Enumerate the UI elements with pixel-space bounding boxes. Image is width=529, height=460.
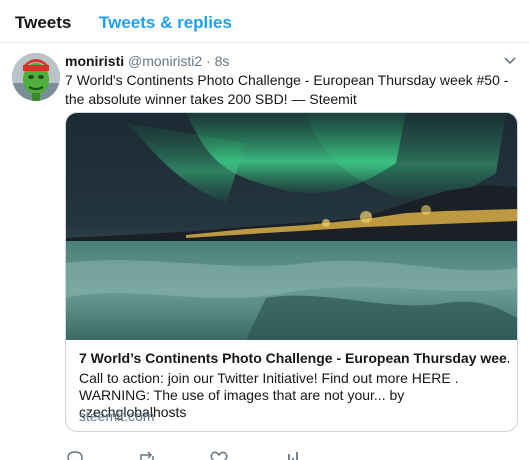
card-image-aurora: [66, 113, 517, 340]
separator-dot: ·: [206, 53, 211, 69]
card-domain: steemit.com: [79, 408, 155, 424]
tweet-text: 7 World's Continents Photo Challenge - E…: [65, 72, 509, 107]
avatar[interactable]: [12, 53, 60, 101]
link-card[interactable]: 7 World’s Continents Photo Challenge - E…: [65, 112, 518, 432]
profile-tabs: Tweets Tweets & replies: [0, 0, 529, 43]
user-handle[interactable]: @moniristi2: [128, 53, 202, 69]
retweet-icon[interactable]: [137, 449, 157, 460]
tweet-header: moniristi @moniristi2 · 8s: [65, 53, 229, 69]
tab-tweets[interactable]: Tweets: [15, 13, 71, 33]
user-name[interactable]: moniristi: [65, 53, 124, 69]
tweet-timestamp[interactable]: 8s: [215, 53, 230, 69]
bar-chart-icon[interactable]: [281, 449, 301, 460]
tweet[interactable]: moniristi @moniristi2 · 8s 7 World's Con…: [0, 43, 529, 460]
tab-tweets-and-replies[interactable]: Tweets & replies: [99, 13, 232, 33]
tweet-actions: [0, 449, 529, 460]
reply-icon[interactable]: [65, 449, 85, 460]
card-title[interactable]: 7 World’s Continents Photo Challenge - E…: [79, 350, 509, 366]
heart-icon[interactable]: [209, 449, 229, 460]
chevron-down-icon[interactable]: [503, 53, 517, 67]
